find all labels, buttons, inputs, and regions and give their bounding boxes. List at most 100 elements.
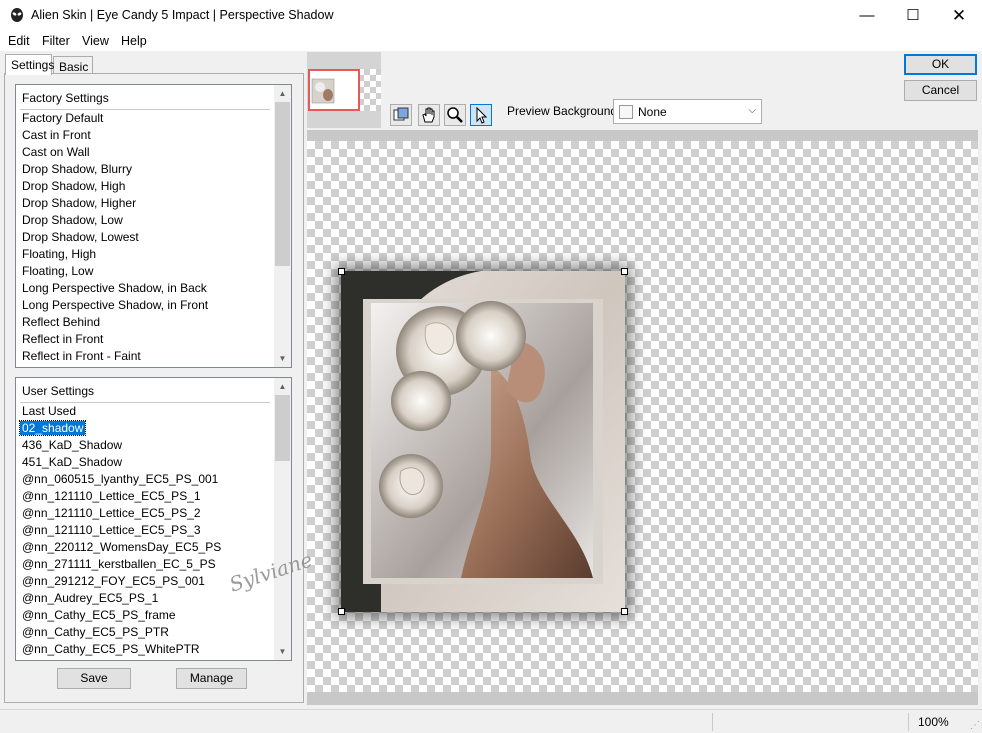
list-item[interactable]: @nn_121110_Lettice_EC5_PS_1	[22, 488, 201, 505]
list-item-label: Reflect in Front - Faint	[22, 349, 141, 363]
list-item[interactable]: 02_shadow	[18, 420, 87, 437]
list-item[interactable]: Last Used	[22, 403, 76, 420]
arrow-pointer-icon	[476, 106, 488, 124]
list-item-label: @nn_121110_Lettice_EC5_PS_2	[22, 506, 201, 520]
artwork-image	[341, 271, 625, 612]
window-title: Alien Skin | Eye Candy 5 Impact | Perspe…	[31, 8, 334, 22]
tab-basic[interactable]: Basic	[53, 56, 93, 74]
list-item[interactable]: Factory Default	[22, 110, 103, 127]
tab-settings[interactable]: Settings	[5, 54, 54, 75]
list-item-label: Drop Shadow, High	[22, 179, 126, 193]
list-item-label: @nn_291212_FOY_EC5_PS_001	[22, 574, 205, 588]
select-tool-button[interactable]	[470, 104, 492, 126]
preview-artwork[interactable]	[341, 271, 625, 612]
list-item[interactable]: Long Perspective Shadow, in Front	[22, 297, 208, 314]
list-item-label: @nn_Cathy_EC5_PS_WhitePTR	[22, 642, 200, 656]
list-item[interactable]: @nn_Audrey_EC5_PS_1	[22, 590, 158, 607]
preview-background-value: None	[638, 105, 667, 119]
list-item[interactable]: Floating, Low	[22, 263, 93, 280]
preview-top-border	[307, 130, 978, 141]
status-divider	[712, 713, 713, 731]
background-swatch	[619, 105, 633, 119]
list-item[interactable]: @nn_Cathy_EC5_PS_WhitePTR	[22, 641, 200, 658]
list-item[interactable]: 451_KaD_Shadow	[22, 454, 122, 471]
list-item-label: 436_KaD_Shadow	[22, 438, 123, 452]
menu-edit[interactable]: Edit	[8, 34, 30, 48]
hand-icon	[422, 107, 435, 123]
user-settings-header: User Settings	[22, 384, 95, 398]
scroll-down-icon[interactable]: ▼	[274, 643, 291, 660]
list-item-label: Long Perspective Shadow, in Front	[22, 298, 209, 312]
list-item-label: Floating, Low	[22, 264, 94, 278]
list-item[interactable]: 436_KaD_Shadow	[22, 437, 122, 454]
scroll-up-icon[interactable]: ▲	[274, 85, 291, 102]
status-bar: 100% ⋰	[0, 709, 982, 733]
resize-handle-tl[interactable]	[338, 268, 345, 275]
list-item[interactable]: Reflect in Front - Faint	[22, 348, 141, 365]
close-button[interactable]: ✕	[936, 0, 982, 31]
list-item-label: @nn_121110_Lettice_EC5_PS_3	[22, 523, 201, 537]
list-item[interactable]: @nn_Cathy_EC5_PS_PTR	[22, 624, 169, 641]
preview-background-select[interactable]: None ⌵	[613, 99, 762, 124]
resize-grip-icon[interactable]: ⋰	[970, 720, 980, 731]
list-item[interactable]: @nn_060515_lyanthy_EC5_PS_001	[22, 471, 218, 488]
list-item[interactable]: Drop Shadow, High	[22, 178, 125, 195]
list-item[interactable]: Drop Shadow, Blurry	[22, 161, 132, 178]
factory-scrollbar[interactable]: ▲ ▼	[274, 85, 291, 367]
list-item-label: Drop Shadow, Blurry	[22, 162, 133, 176]
scroll-thumb[interactable]	[275, 102, 290, 266]
list-item-label: @nn_060515_lyanthy_EC5_PS_001	[22, 472, 219, 486]
list-item-label: Long Perspective Shadow, in Back	[22, 281, 207, 295]
chevron-down-icon: ⌵	[748, 105, 756, 116]
list-item[interactable]: Drop Shadow, Higher	[22, 195, 136, 212]
user-settings-list[interactable]: User Settings Last Used 02_shadow 436_KaD_…	[15, 377, 292, 661]
preview-bottom-border	[307, 692, 978, 705]
list-item-label: @nn_271111_kerstballen_EC_5_PS	[22, 557, 216, 571]
preview-toggle-button[interactable]	[390, 104, 412, 126]
menu-view[interactable]: View	[82, 34, 109, 48]
list-item[interactable]: @nn_291212_FOY_EC5_PS_001	[22, 573, 205, 590]
minimize-button[interactable]: —	[844, 0, 890, 31]
resize-handle-br[interactable]	[621, 608, 628, 615]
zoom-level: 100%	[918, 715, 949, 729]
list-item[interactable]: Drop Shadow, Lowest	[22, 229, 139, 246]
list-item[interactable]: Long Perspective Shadow, in Back	[22, 280, 207, 297]
list-item[interactable]: @nn_271111_kerstballen_EC_5_PS	[22, 556, 216, 573]
scroll-down-icon[interactable]: ▼	[274, 350, 291, 367]
list-item[interactable]: Reflect Behind	[22, 314, 100, 331]
menu-help[interactable]: Help	[121, 34, 147, 48]
list-item[interactable]: Floating, High	[22, 246, 96, 263]
list-item[interactable]: @nn_220112_WomensDay_EC5_PS	[22, 539, 221, 556]
menu-bar: Edit Filter View Help	[0, 31, 982, 51]
cancel-button[interactable]: Cancel	[904, 80, 977, 101]
scroll-thumb[interactable]	[275, 395, 290, 461]
list-item[interactable]: @nn_Cathy_EC5_PS_frame	[22, 607, 176, 624]
list-item[interactable]: Reflect in Front	[22, 331, 103, 348]
scroll-up-icon[interactable]: ▲	[274, 378, 291, 395]
zoom-icon	[447, 107, 463, 123]
manage-button[interactable]: Manage	[176, 668, 247, 689]
resize-handle-tr[interactable]	[621, 268, 628, 275]
list-item-label: Cast on Wall	[22, 145, 90, 159]
menu-filter[interactable]: Filter	[42, 34, 70, 48]
list-item[interactable]: @nn_121110_Lettice_EC5_PS_2	[22, 505, 201, 522]
list-item-label: @nn_Cathy_EC5_PS_PTR	[22, 625, 169, 639]
list-item[interactable]: Drop Shadow, Low	[22, 212, 123, 229]
ok-button[interactable]: OK	[904, 54, 977, 75]
thumbnail-checker	[358, 69, 381, 111]
list-item-label: Cast in Front	[22, 128, 91, 142]
save-button[interactable]: Save	[57, 668, 131, 689]
user-scrollbar[interactable]: ▲ ▼	[274, 378, 291, 660]
hand-tool-button[interactable]	[418, 104, 440, 126]
navigator-thumbnail[interactable]	[308, 69, 360, 111]
maximize-button[interactable]: ☐	[890, 0, 936, 31]
factory-settings-list[interactable]: Factory Settings Factory Default Cast in …	[15, 84, 292, 368]
preview-background-label: Preview Background:	[507, 104, 621, 118]
alien-skin-icon	[11, 8, 23, 22]
zoom-tool-button[interactable]	[444, 104, 466, 126]
list-item[interactable]: Cast on Wall	[22, 144, 90, 161]
list-item-label: Drop Shadow, Lowest	[22, 230, 139, 244]
resize-handle-bl[interactable]	[338, 608, 345, 615]
list-item[interactable]: @nn_121110_Lettice_EC5_PS_3	[22, 522, 201, 539]
list-item[interactable]: Cast in Front	[22, 127, 91, 144]
